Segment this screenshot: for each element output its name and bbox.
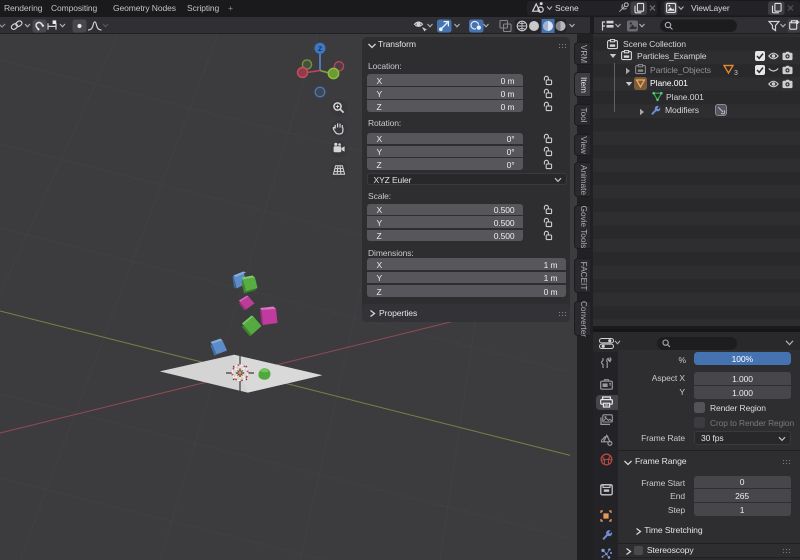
svg-text:Z: Z <box>318 46 322 53</box>
svg-text:3: 3 <box>734 70 738 76</box>
